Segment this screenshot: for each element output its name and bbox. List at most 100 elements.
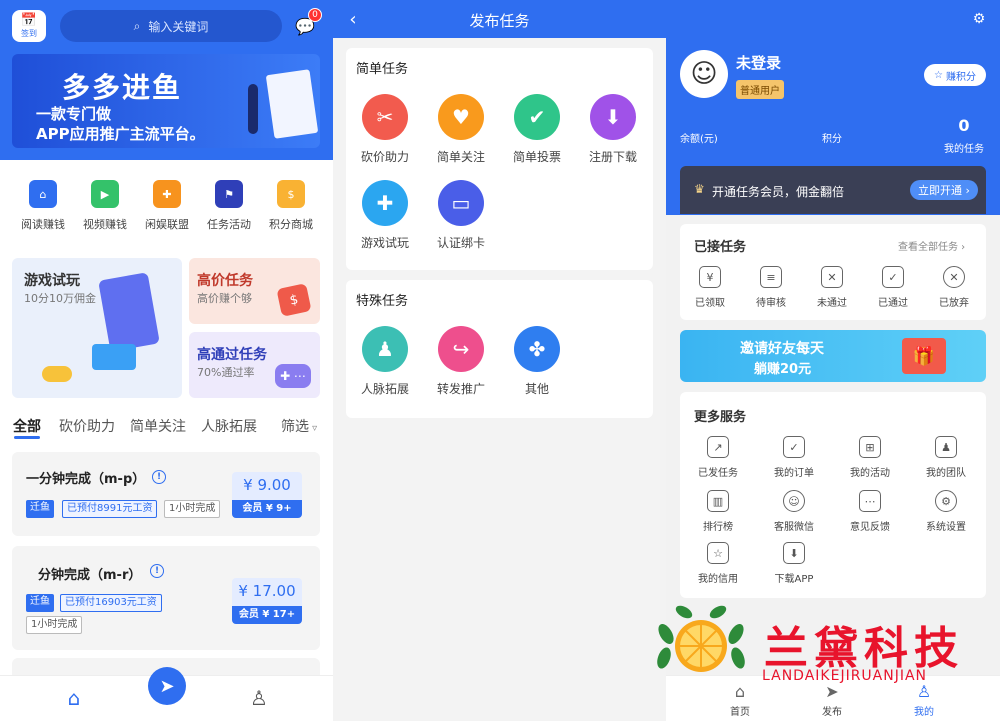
search-icon: ⌕ xyxy=(133,18,141,33)
task-card[interactable]: 一分钟完成（m-p） ! 迁鱼 已预付8991元工资 1小时完成 ¥ 9.00 … xyxy=(12,452,320,536)
invite-banner[interactable]: 邀请好友每天 躺赚20元 🎁 xyxy=(680,330,986,382)
promo-high-pass[interactable]: 高通过任务 70%通过率 ✚ ⋯ xyxy=(189,332,320,398)
status-passed[interactable]: ✓ 已通过 xyxy=(863,266,923,309)
passed-icon: ✓ xyxy=(882,266,904,288)
message-button[interactable]: 💬 0 xyxy=(292,8,322,38)
quick-leisure[interactable]: ✚ 闲娱联盟 xyxy=(134,180,200,232)
share-icon: ↪ xyxy=(438,326,484,372)
tab-label: 首页 xyxy=(730,707,750,718)
publish-register[interactable]: ⬇ 注册下载 xyxy=(576,94,650,165)
tab-label: 发布 xyxy=(822,707,842,718)
task-tag: 1小时完成 xyxy=(164,500,221,518)
tag-icon: ✂ xyxy=(362,94,408,140)
service-wechat[interactable]: ☺ 客服微信 xyxy=(764,490,824,533)
quick-video[interactable]: ▶ 视频赚钱 xyxy=(72,180,138,232)
info-icon[interactable]: ! xyxy=(152,470,166,484)
service-published[interactable]: ↗ 已发任务 xyxy=(688,436,748,479)
vip-open-button[interactable]: 立即开通 › xyxy=(910,180,978,200)
service-credit[interactable]: ☆ 我的信用 xyxy=(688,542,748,585)
service-activity[interactable]: ⊞ 我的活动 xyxy=(840,436,900,479)
earn-points-button[interactable]: ☆ 赚积分 xyxy=(924,64,986,86)
publish-vote[interactable]: ✔ 简单投票 xyxy=(500,94,574,165)
publish-other[interactable]: ✤ 其他 xyxy=(500,326,574,397)
rejected-icon: ✕ xyxy=(821,266,843,288)
service-feedback[interactable]: ⋯ 意见反馈 xyxy=(840,490,900,533)
video-icon: ▶ xyxy=(91,180,119,208)
tab-network[interactable]: 人脉拓展 xyxy=(201,416,257,436)
home-banner[interactable]: 多多进鱼 一款专门做 APP应用推广主流平台。 xyxy=(12,54,320,148)
task-price: ¥ 9.00 xyxy=(243,476,291,494)
publish-fab-button[interactable]: ➤ xyxy=(148,667,186,705)
paper-plane-icon: ➤ xyxy=(159,675,175,697)
promo-game[interactable]: 游戏试玩 10分10万佣金 xyxy=(12,258,182,398)
publish-network[interactable]: ♟ 人脉拓展 xyxy=(348,326,422,397)
download-app-icon: ⬇ xyxy=(783,542,805,564)
tab-bargain[interactable]: 砍价助力 xyxy=(59,416,115,436)
search-input[interactable]: ⌕ 输入关键词 xyxy=(60,10,282,42)
checkin-logo[interactable]: 📅 签到 xyxy=(12,10,46,42)
banner-paper-illustration xyxy=(265,69,319,139)
status-pending[interactable]: ≡ 待审核 xyxy=(741,266,801,309)
settings-gear-icon[interactable]: ⚙ xyxy=(970,10,988,28)
funnel-icon: ▿ xyxy=(309,423,318,434)
phone-illustration xyxy=(98,272,160,352)
info-icon[interactable]: ! xyxy=(150,564,164,578)
service-label: 我的活动 xyxy=(850,468,890,479)
service-label: 客服微信 xyxy=(774,522,814,533)
tab-all[interactable]: 全部 xyxy=(13,416,41,436)
section-title: 简单任务 xyxy=(356,62,409,77)
quick-read[interactable]: ⌂ 阅读赚钱 xyxy=(10,180,76,232)
accepted-tasks-card: 已接任务 查看全部任务 › ¥ 已领取 ≡ 待审核 ✕ 未通过 ✓ 已通过 ✕ 已放弃 xyxy=(680,224,986,320)
option-label: 其他 xyxy=(524,382,549,396)
home-tab-icon[interactable]: ⌂ xyxy=(60,684,88,712)
task-card[interactable]: 分钟完成（m-r） ! 迁鱼 已预付16903元工资 1小时完成 ¥ 17.00… xyxy=(12,546,320,650)
status-label: 待审核 xyxy=(756,298,786,309)
vote-icon: ✔ xyxy=(514,94,560,140)
quick-label: 视频赚钱 xyxy=(83,218,127,231)
banner-person-illustration xyxy=(248,84,258,134)
option-label: 简单投票 xyxy=(512,150,561,164)
task-price: ¥ 17.00 xyxy=(238,582,296,600)
cube-illustration xyxy=(92,344,136,370)
team-icon: ♟ xyxy=(935,436,957,458)
view-all-link[interactable]: 查看全部任务 › xyxy=(898,238,965,253)
quick-mall[interactable]: $ 积分商城 xyxy=(258,180,324,232)
service-ranking[interactable]: ▥ 排行榜 xyxy=(688,490,748,533)
publish-game[interactable]: ✚ 游戏试玩 xyxy=(348,180,422,251)
task-tag: 已预付8991元工资 xyxy=(62,500,158,518)
price-box: ¥ 17.00 会员 ¥ 17+ xyxy=(232,578,302,624)
price-tag-icon: $ xyxy=(276,283,312,317)
publish-follow[interactable]: ♥ 简单关注 xyxy=(424,94,498,165)
status-received[interactable]: ¥ 已领取 xyxy=(680,266,740,309)
user-tab-icon[interactable]: ♙ xyxy=(245,684,273,712)
tab-label: 我的 xyxy=(914,707,934,718)
status-rejected[interactable]: ✕ 未通过 xyxy=(802,266,862,309)
promo-subtitle: 高价赚个够 xyxy=(197,292,252,305)
service-orders[interactable]: ✓ 我的订单 xyxy=(764,436,824,479)
promo-high-price[interactable]: 高价任务 高价赚个够 $ xyxy=(189,258,320,324)
heart-icon: ♥ xyxy=(438,94,484,140)
user-avatar-icon: ☺ xyxy=(690,59,718,89)
status-abandoned[interactable]: ✕ 已放弃 xyxy=(924,266,984,309)
publish-share[interactable]: ↪ 转发推广 xyxy=(424,326,498,397)
quick-label: 积分商城 xyxy=(269,218,313,231)
service-settings[interactable]: ⚙ 系统设置 xyxy=(916,490,976,533)
option-label: 人脉拓展 xyxy=(360,382,409,396)
service-download[interactable]: ⬇ 下载APP xyxy=(764,542,824,585)
vip-banner[interactable]: ♛ 开通任务会员，佣金翻倍 立即开通 › xyxy=(680,166,986,214)
service-team[interactable]: ♟ 我的团队 xyxy=(916,436,976,479)
quick-activity[interactable]: ⚑ 任务活动 xyxy=(196,180,262,232)
my-task-count[interactable]: 0 xyxy=(944,116,984,135)
user-name: 未登录 xyxy=(736,54,782,72)
banner-title: 多多进鱼 xyxy=(62,71,183,104)
avatar[interactable]: ☺ xyxy=(680,50,728,98)
card-title: 已接任务 xyxy=(694,240,747,255)
section-title: 特殊任务 xyxy=(356,294,409,309)
publish-bargain[interactable]: ✂ 砍价助力 xyxy=(348,94,422,165)
publish-bindcard[interactable]: ▭ 认证绑卡 xyxy=(424,180,498,251)
tab-filter[interactable]: 筛选 ▿ xyxy=(281,416,317,436)
shop-icon: $ xyxy=(277,180,305,208)
tab-follow[interactable]: 简单关注 xyxy=(130,416,186,436)
watermark-cn: 兰黛科技 xyxy=(764,623,964,674)
orange-slice-icon xyxy=(657,605,745,672)
